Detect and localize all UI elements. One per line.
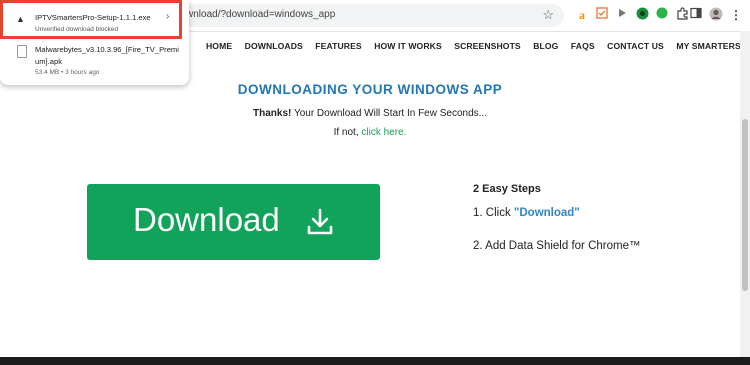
- download-item-name-2[interactable]: Malwarebytes_v3.10.3.96_[Fire_TV_Premium…: [35, 44, 181, 68]
- page-footer: [0, 357, 750, 365]
- steps-title: 2 Easy Steps: [473, 183, 541, 195]
- green-extension-icon[interactable]: [634, 7, 650, 23]
- profile-avatar-icon[interactable]: [708, 7, 724, 23]
- nav-screenshots[interactable]: SCREENSHOTS: [454, 41, 521, 51]
- download-arrow-icon: [307, 208, 333, 235]
- download-button[interactable]: Download: [87, 184, 380, 260]
- fallback-notice: If not, click here.: [0, 127, 740, 138]
- download-notice: Thanks! Your Download Will Start In Few …: [0, 108, 740, 119]
- site-navigation: HOME DOWNLOADS FEATURES HOW IT WORKS SCR…: [206, 36, 750, 54]
- address-bar[interactable]: wnload/?download=windows_app ☆: [168, 4, 564, 27]
- play-extension-icon[interactable]: [614, 7, 630, 23]
- ifnot-text: If not,: [333, 127, 362, 138]
- green-status-icon[interactable]: [654, 7, 670, 23]
- download-item-status: Unverified download blocked: [35, 26, 119, 33]
- step1-prefix: 1. Click: [473, 207, 514, 219]
- bookmark-star-icon[interactable]: ☆: [542, 7, 554, 23]
- downloads-panel: ▲ IPTVSmartersPro-Setup-1.1.1.exe Unveri…: [0, 0, 189, 85]
- nav-home[interactable]: HOME: [206, 41, 232, 51]
- download-button-label: Download: [133, 201, 280, 238]
- nav-how-it-works[interactable]: HOW IT WORKS: [374, 41, 442, 51]
- step-2: 2. Add Data Shield for Chrome™: [473, 240, 641, 252]
- menu-dots-icon[interactable]: ⋮: [728, 7, 744, 23]
- nav-features[interactable]: FEATURES: [315, 41, 361, 51]
- sidebar-icon[interactable]: [688, 7, 704, 23]
- file-icon: [17, 45, 27, 58]
- chevron-right-icon[interactable]: ›: [166, 11, 169, 22]
- extension-icon[interactable]: [594, 7, 610, 23]
- thanks-text: Your Download Will Start In Few Seconds.…: [291, 108, 487, 119]
- url-text[interactable]: wnload/?download=windows_app: [186, 9, 335, 20]
- thanks-bold: Thanks!: [253, 108, 292, 119]
- scrollbar-thumb[interactable]: [742, 119, 748, 291]
- download-item-name[interactable]: IPTVSmartersPro-Setup-1.1.1.exe: [35, 13, 151, 22]
- nav-faqs[interactable]: FAQS: [571, 41, 595, 51]
- nav-blog[interactable]: BLOG: [533, 41, 558, 51]
- nav-downloads[interactable]: DOWNLOADS: [245, 41, 303, 51]
- nav-my-smarters-account[interactable]: MY SMARTERS ACCOUNT: [676, 41, 750, 51]
- click-here-link[interactable]: click here.: [361, 127, 406, 138]
- warning-icon: ▲: [16, 14, 25, 24]
- page-scrollbar[interactable]: [740, 31, 750, 358]
- nav-contact-us[interactable]: CONTACT US: [607, 41, 664, 51]
- step-1: 1. Click "Download": [473, 207, 580, 219]
- step1-download-link[interactable]: "Download": [514, 207, 580, 219]
- amazon-extension-icon[interactable]: a: [574, 7, 590, 23]
- download-item-status-2: 53.4 MB • 3 hours ago: [35, 69, 100, 76]
